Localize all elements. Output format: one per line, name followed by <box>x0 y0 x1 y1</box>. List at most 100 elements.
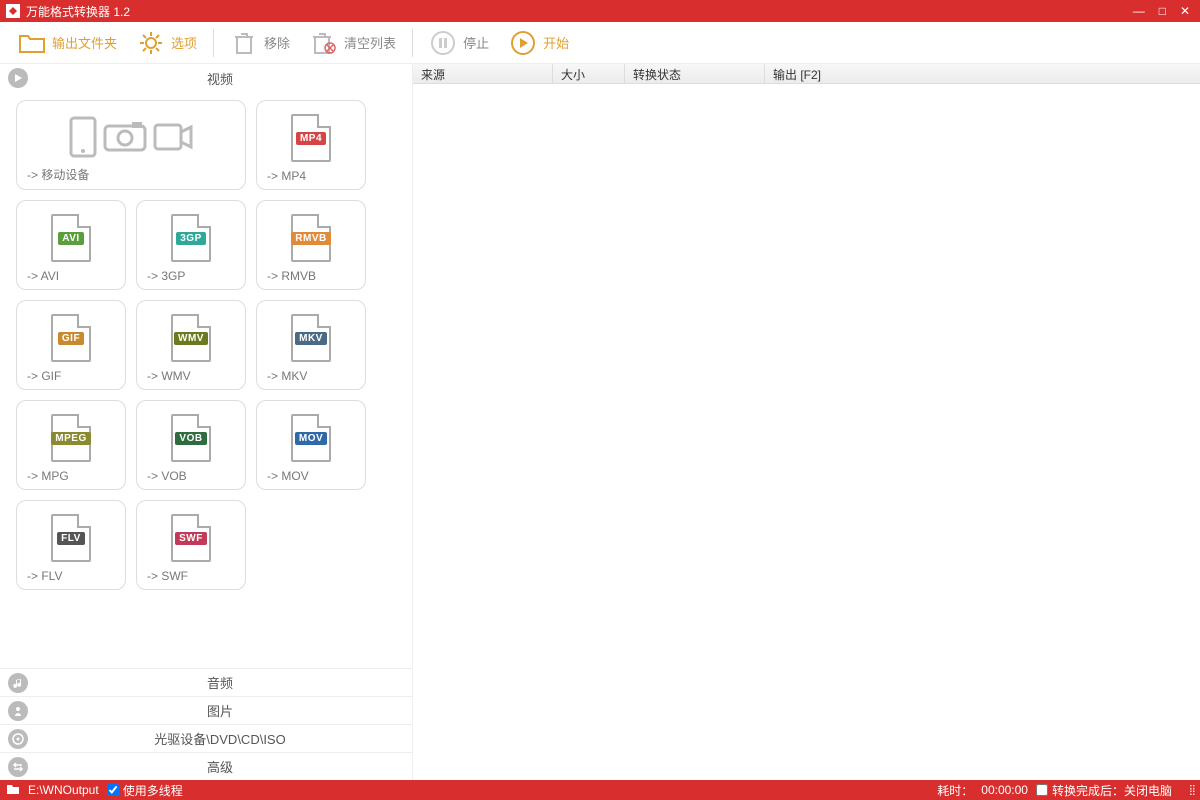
format-label-swf: -> SWF <box>147 569 235 583</box>
format-label-mpg: -> MPG <box>27 469 115 483</box>
resize-grip[interactable]: ⣿ <box>1180 785 1194 796</box>
titlebar: 万能格式转换器 1.2 — □ ✕ <box>0 0 1200 22</box>
category-advanced[interactable]: 高级 <box>0 752 412 780</box>
format-label-vob: -> VOB <box>147 469 235 483</box>
statusbar: E:\WNOutput 使用多线程 耗时： 00:00:00 转换完成后：关闭电… <box>0 780 1200 800</box>
format-card-3gp[interactable]: 3GP -> 3GP <box>136 200 246 290</box>
wmv-file-icon: WMV <box>147 307 235 369</box>
options-button[interactable]: 选项 <box>129 25 205 61</box>
format-card-wmv[interactable]: WMV -> WMV <box>136 300 246 390</box>
output-folder-label: 输出文件夹 <box>52 33 117 52</box>
stop-button[interactable]: 停止 <box>421 25 497 61</box>
category-image-label: 图片 <box>36 701 404 720</box>
col-status[interactable]: 转换状态 <box>625 64 765 83</box>
gear-icon <box>137 29 165 57</box>
3gp-tag: 3GP <box>176 232 206 245</box>
shutdown-label: 转换完成后：关闭电脑 <box>1052 782 1172 799</box>
format-card-rmvb[interactable]: RMVB -> RMVB <box>256 200 366 290</box>
mkv-tag: MKV <box>295 332 327 345</box>
shutdown-input[interactable] <box>1036 784 1048 796</box>
toolbar-separator <box>213 29 214 57</box>
mpg-tag: MPEG <box>51 432 90 445</box>
flv-file-icon: FLV <box>27 507 115 569</box>
mov-tag: MOV <box>295 432 327 445</box>
window-close-button[interactable]: ✕ <box>1180 4 1190 18</box>
category-video-label: 视频 <box>36 69 404 88</box>
main-area: 视频 -> 移动设备 MP4 -> MP4 AVI-> AVI 3GP -> 3GP RMV… <box>0 64 1200 780</box>
format-card-vob[interactable]: VOB -> VOB <box>136 400 246 490</box>
toolbar-separator <box>412 29 413 57</box>
format-card-flv[interactable]: FLV -> FLV <box>16 500 126 590</box>
rmvb-tag: RMVB <box>291 232 330 245</box>
options-label: 选项 <box>171 33 197 52</box>
rmvb-file-icon: RMVB <box>267 207 355 269</box>
col-source[interactable]: 来源 <box>413 64 553 83</box>
toolbar: 输出文件夹 选项 移除 清空列表 停止 开始 <box>0 22 1200 64</box>
elapsed-label: 耗时： <box>937 782 973 799</box>
format-grid-container: -> 移动设备 MP4 -> MP4 AVI-> AVI 3GP -> 3GP RMVB ->… <box>0 92 412 668</box>
multithread-input[interactable] <box>107 784 119 796</box>
folder-icon <box>18 29 46 57</box>
format-card-mov[interactable]: MOV -> MOV <box>256 400 366 490</box>
elapsed-value: 00:00:00 <box>981 783 1028 797</box>
format-card-swf[interactable]: SWF -> SWF <box>136 500 246 590</box>
audio-category-icon <box>8 673 28 693</box>
category-advanced-label: 高级 <box>36 757 404 776</box>
remove-button[interactable]: 移除 <box>222 25 298 61</box>
mpg-file-icon: MPEG <box>27 407 115 469</box>
flv-tag: FLV <box>57 532 85 545</box>
app-title: 万能格式转换器 1.2 <box>26 3 1133 20</box>
disc-category-icon <box>8 729 28 749</box>
col-size[interactable]: 大小 <box>553 64 625 83</box>
output-folder-button[interactable]: 输出文件夹 <box>10 25 125 61</box>
category-footer: 音频 图片 光驱设备\DVD\CD\ISO 高级 <box>0 668 412 780</box>
video-category-icon <box>8 68 28 88</box>
stop-label: 停止 <box>463 33 489 52</box>
play-icon <box>509 29 537 57</box>
category-audio[interactable]: 音频 <box>0 668 412 696</box>
start-button[interactable]: 开始 <box>501 25 577 61</box>
format-label-3gp: -> 3GP <box>147 269 235 283</box>
pause-icon <box>429 29 457 57</box>
col-output[interactable]: 输出 [F2] <box>765 64 1200 83</box>
multithread-checkbox[interactable]: 使用多线程 <box>107 782 183 799</box>
window-maximize-button[interactable]: □ <box>1159 4 1166 18</box>
mp4-tag: MP4 <box>296 132 326 145</box>
clear-list-button[interactable]: 清空列表 <box>302 25 404 61</box>
format-card-mp4[interactable]: MP4 -> MP4 <box>256 100 366 190</box>
format-card-mobile[interactable]: -> 移动设备 <box>16 100 246 190</box>
table-header: 来源 大小 转换状态 输出 [F2] <box>413 64 1200 84</box>
gif-file-icon: GIF <box>27 307 115 369</box>
image-category-icon <box>8 701 28 721</box>
category-image[interactable]: 图片 <box>0 696 412 724</box>
category-disc[interactable]: 光驱设备\DVD\CD\ISO <box>0 724 412 752</box>
format-card-mkv[interactable]: MKV-> MKV <box>256 300 366 390</box>
wmv-tag: WMV <box>174 332 208 345</box>
advanced-category-icon <box>8 757 28 777</box>
format-card-avi[interactable]: AVI-> AVI <box>16 200 126 290</box>
format-card-mpg[interactable]: MPEG -> MPG <box>16 400 126 490</box>
statusbar-folder-icon[interactable] <box>6 783 20 798</box>
window-minimize-button[interactable]: — <box>1133 4 1145 18</box>
swf-tag: SWF <box>175 532 207 545</box>
shutdown-checkbox[interactable]: 转换完成后：关闭电脑 <box>1036 782 1172 799</box>
table-body[interactable] <box>413 84 1200 780</box>
app-icon <box>6 4 20 18</box>
format-label-mov: -> MOV <box>267 469 355 483</box>
vob-tag: VOB <box>175 432 206 445</box>
gif-tag: GIF <box>58 332 84 345</box>
vob-file-icon: VOB <box>147 407 235 469</box>
mov-file-icon: MOV <box>267 407 355 469</box>
format-label-mobile: -> 移动设备 <box>27 166 235 183</box>
category-video[interactable]: 视频 <box>0 64 412 92</box>
output-path[interactable]: E:\WNOutput <box>28 783 99 797</box>
format-card-gif[interactable]: GIF-> GIF <box>16 300 126 390</box>
avi-tag: AVI <box>58 232 83 245</box>
trash-clear-icon <box>310 29 338 57</box>
format-label-mp4: -> MP4 <box>267 169 355 183</box>
format-label-rmvb: -> RMVB <box>267 269 355 283</box>
format-label-wmv: -> WMV <box>147 369 235 383</box>
format-label-flv: -> FLV <box>27 569 115 583</box>
mp4-file-icon: MP4 <box>267 107 355 169</box>
trash-icon <box>230 29 258 57</box>
